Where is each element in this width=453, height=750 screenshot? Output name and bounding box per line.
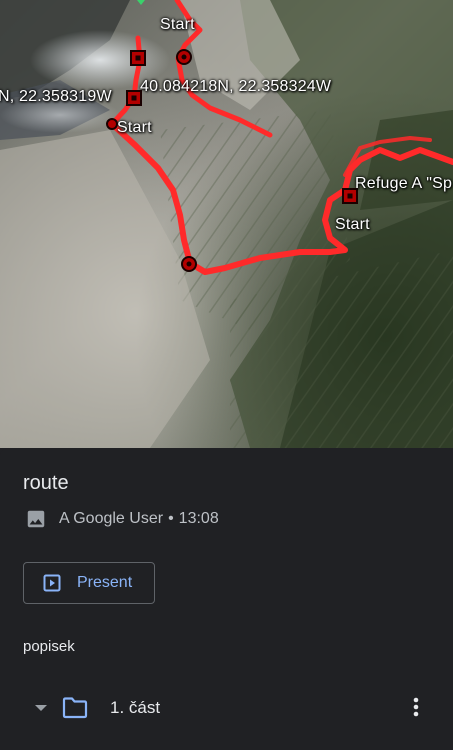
more-vert-icon[interactable]: [405, 696, 427, 722]
image-icon: [25, 508, 47, 530]
map-label-coordinates-left[interactable]: N, 22.358319W: [0, 88, 112, 106]
map-canvas[interactable]: [0, 0, 453, 448]
present-button-label: Present: [77, 574, 133, 591]
map-label-start-right[interactable]: Start: [335, 216, 370, 234]
folder-label: 1. část: [110, 698, 161, 717]
details-sheet: route A Google User • 13:08 Present popi…: [0, 448, 453, 750]
present-button[interactable]: Present: [23, 562, 155, 604]
present-icon: [43, 574, 61, 592]
map-label-start-left[interactable]: Start: [117, 119, 152, 137]
map-label-start-top[interactable]: Start: [160, 16, 195, 34]
timestamp: 13:08: [178, 510, 219, 527]
folder-icon: [62, 697, 88, 719]
map-label-refuge[interactable]: Refuge A "Sp: [355, 175, 452, 193]
caret-down-icon[interactable]: [35, 704, 47, 712]
author-row: A Google User • 13:08: [25, 506, 219, 532]
meta-separator: •: [168, 510, 174, 527]
author-name: A Google User: [59, 510, 164, 527]
folder-item[interactable]: 1. část: [0, 688, 453, 730]
satellite-map[interactable]: Start 40.084218N, 22.358324W N, 22.35831…: [0, 0, 453, 448]
map-description: popisek: [23, 638, 75, 655]
map-label-coordinates-right[interactable]: 40.084218N, 22.358324W: [140, 78, 331, 96]
map-title: route: [23, 472, 69, 494]
